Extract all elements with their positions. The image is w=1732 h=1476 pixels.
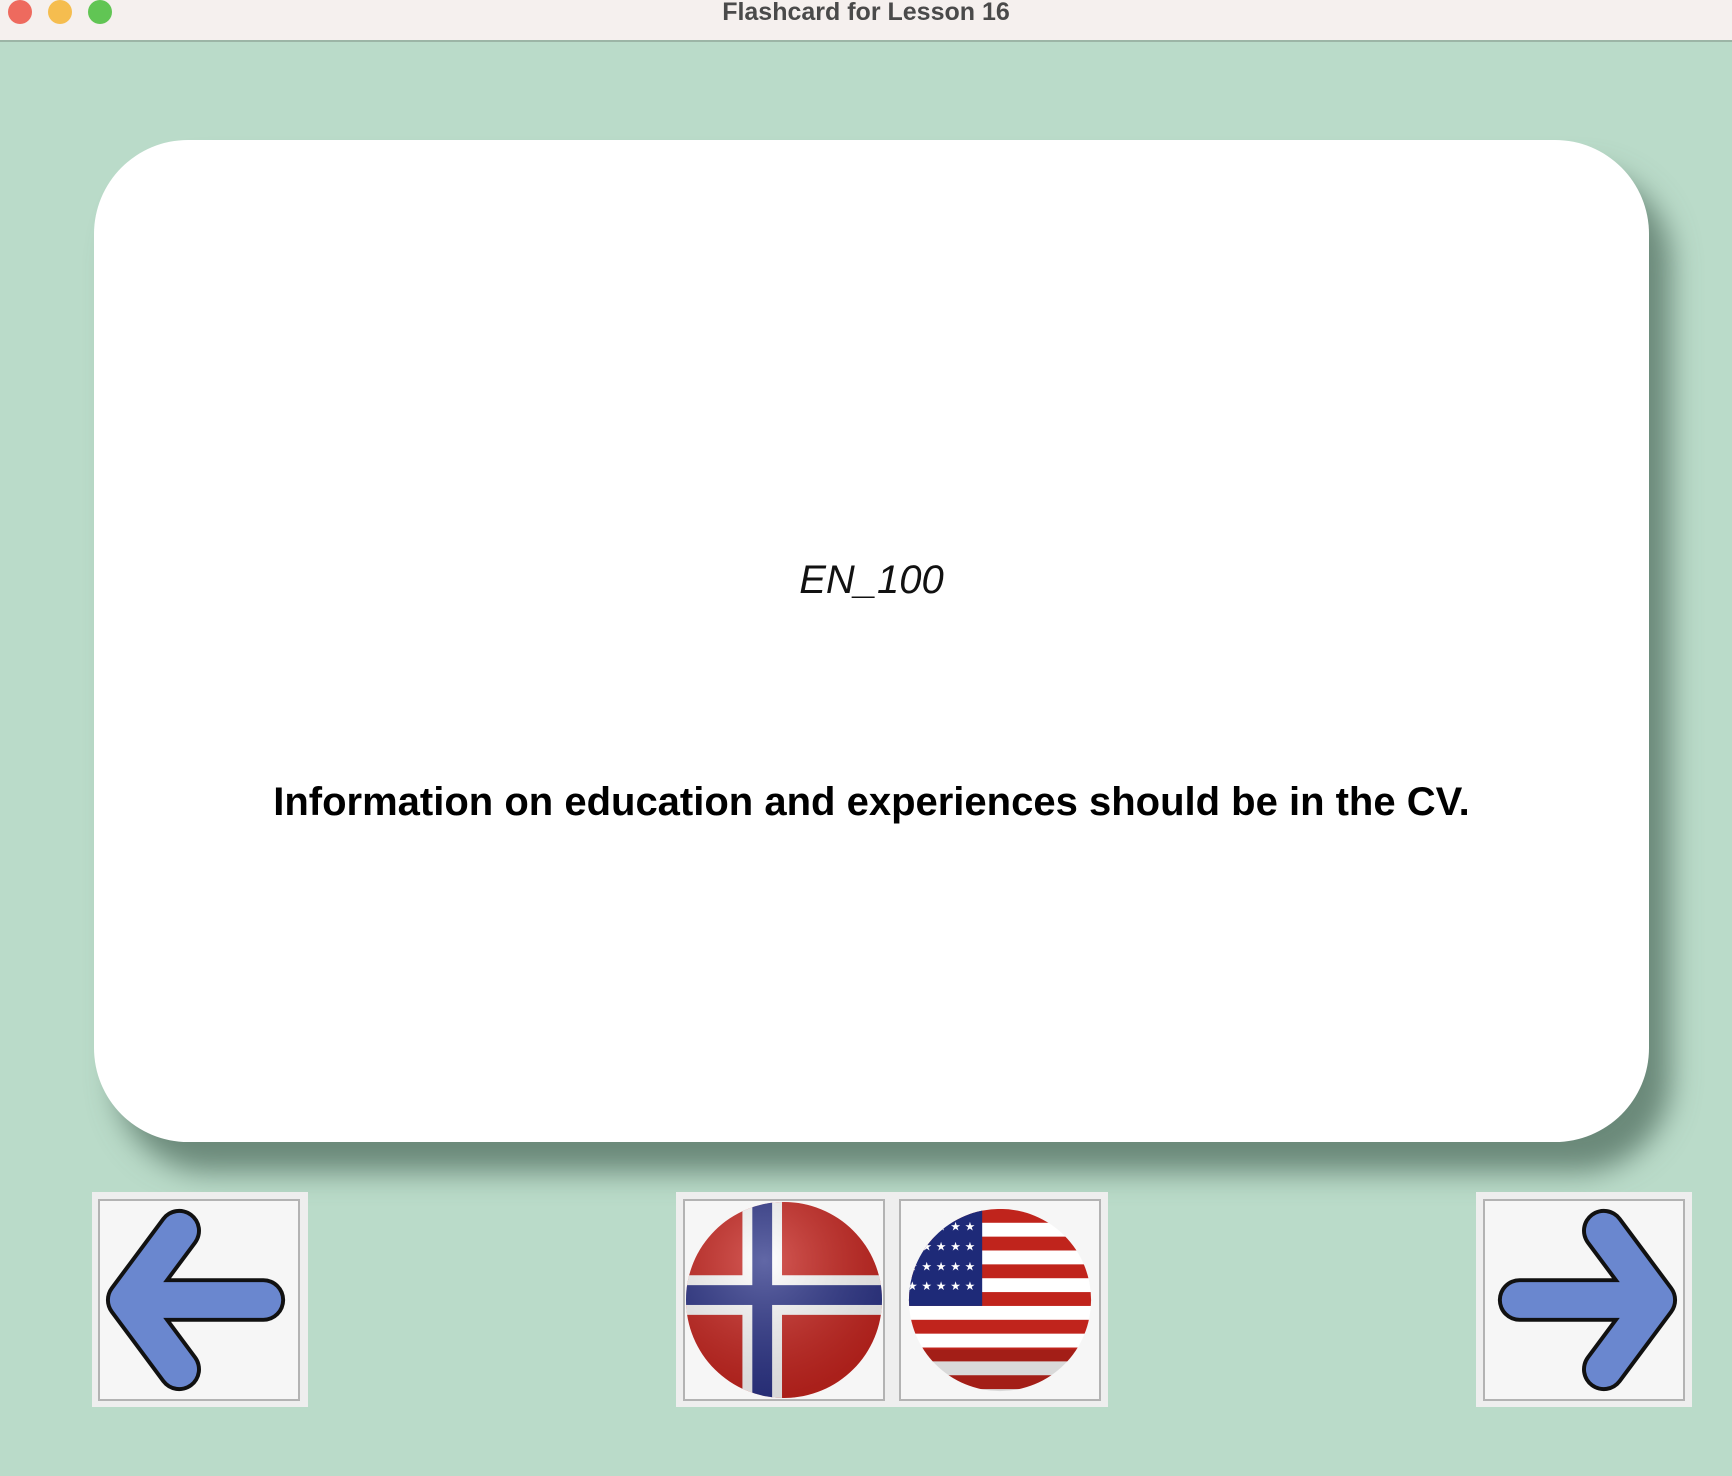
- title-bar: Flashcard for Lesson 16: [0, 0, 1732, 42]
- arrow-right-icon: [1497, 1208, 1678, 1392]
- usa-flag-icon: ★ ★ ★ ★ ★ ★ ★ ★ ★ ★ ★ ★ ★ ★ ★ ★ ★ ★ ★ ★: [907, 1208, 1092, 1392]
- prev-panel: [92, 1192, 308, 1407]
- language-panel: ★ ★ ★ ★ ★ ★ ★ ★ ★ ★ ★ ★ ★ ★ ★ ★ ★ ★ ★ ★: [676, 1192, 1108, 1407]
- norwegian-language-button[interactable]: [683, 1199, 885, 1401]
- window-title: Flashcard for Lesson 16: [722, 0, 1010, 26]
- svg-text:★ ★ ★ ★ ★: ★ ★ ★ ★ ★: [907, 1240, 975, 1254]
- flashcard[interactable]: EN_100 Information on education and expe…: [94, 140, 1649, 1142]
- card-code: EN_100: [799, 558, 944, 602]
- svg-text:★ ★ ★ ★ ★: ★ ★ ★ ★ ★: [907, 1279, 975, 1293]
- next-card-button[interactable]: [1483, 1199, 1685, 1401]
- english-language-button[interactable]: ★ ★ ★ ★ ★ ★ ★ ★ ★ ★ ★ ★ ★ ★ ★ ★ ★ ★ ★ ★: [899, 1199, 1101, 1401]
- previous-card-button[interactable]: [98, 1199, 300, 1401]
- norway-flag-icon: [685, 1201, 883, 1399]
- card-sentence: Information on education and experiences…: [273, 780, 1470, 824]
- svg-text:★ ★ ★ ★ ★: ★ ★ ★ ★ ★: [907, 1259, 975, 1273]
- next-panel: [1476, 1192, 1692, 1407]
- arrow-left-icon: [105, 1208, 286, 1392]
- svg-text:★ ★ ★ ★ ★: ★ ★ ★ ★ ★: [907, 1220, 975, 1234]
